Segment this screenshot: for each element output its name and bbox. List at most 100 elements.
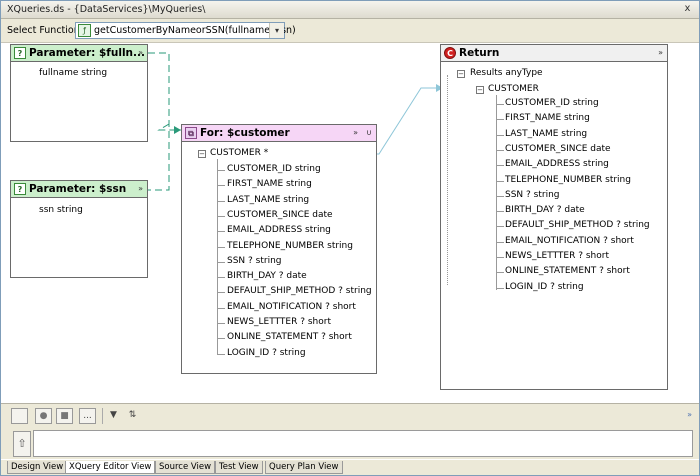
field-node[interactable]: CUSTOMER_SINCE date <box>505 144 611 154</box>
tab-xquery-editor-view[interactable]: XQuery Editor View <box>65 461 156 474</box>
xquery-function-icon: ƒ <box>78 24 91 37</box>
tree-line <box>217 307 225 309</box>
field-node[interactable]: LOGIN_ID ? string <box>227 348 306 358</box>
tree-toggle-icon[interactable]: − <box>476 86 484 94</box>
field-node[interactable]: FIRST_NAME string <box>505 113 590 123</box>
parameter-ssn-header[interactable]: ? Parameter: $ssn » <box>11 181 147 198</box>
tree-line <box>496 149 504 151</box>
parameter-ssn-item[interactable]: ssn string <box>39 205 83 215</box>
field-node[interactable]: BIRTH_DAY ? date <box>505 205 585 215</box>
wire-fullname-to-ssn <box>148 52 170 191</box>
tree-line <box>217 215 225 217</box>
return-icon: C <box>444 47 456 59</box>
tree-line <box>217 170 225 171</box>
tree-line <box>217 200 225 202</box>
tree-line <box>217 159 218 355</box>
chevron-down-icon[interactable]: ▾ <box>269 23 284 38</box>
parameter-icon: ? <box>14 183 26 195</box>
field-node[interactable]: TELEPHONE_NUMBER string <box>227 241 353 251</box>
sort-icon[interactable]: ⇅ <box>124 408 141 424</box>
select-function-label: Select Function: <box>7 25 83 36</box>
field-node[interactable]: LAST_NAME string <box>505 129 587 139</box>
parameter-fullname-item[interactable]: fullname string <box>39 68 107 78</box>
tree-line <box>217 185 225 187</box>
for-clause-icon: ⧉ <box>185 127 197 139</box>
tree-line <box>496 195 504 197</box>
field-node[interactable]: ONLINE_STATEMENT ? short <box>227 332 352 342</box>
for-customer-box[interactable]: ⧉ For: $customer » ∪ − CUSTOMER * CUSTOM… <box>181 124 377 374</box>
apply-icon[interactable]: ■ <box>56 408 73 424</box>
tree-toggle-icon[interactable]: − <box>457 70 465 78</box>
field-node[interactable]: ONLINE_STATEMENT ? short <box>505 266 630 276</box>
wire-arrow-customer <box>174 126 181 134</box>
parameter-ssn-box[interactable]: ? Parameter: $ssn » ssn string <box>10 180 148 278</box>
title-bar: XQueries.ds - {DataServices}\MyQueries\ … <box>1 1 699 19</box>
design-canvas[interactable]: ? Parameter: $fulln... » fullname string… <box>1 44 699 402</box>
view-tabs: Design View XQuery Editor View Source View… <box>1 460 699 475</box>
field-node[interactable]: LAST_NAME string <box>227 195 309 205</box>
tree-line <box>217 261 225 263</box>
tree-line <box>496 165 504 167</box>
tree-line <box>496 119 504 121</box>
parameter-fullname-title: Parameter: $fulln... <box>29 47 145 59</box>
function-select[interactable]: ƒ getCustomerByNameorSSN(fullname, ssn) … <box>75 22 296 39</box>
filter-icon[interactable]: ▼ <box>105 408 122 424</box>
function-select-value: getCustomerByNameorSSN(fullname, ssn) <box>94 25 296 36</box>
collapse-panel-icon[interactable]: » <box>687 410 692 419</box>
field-node[interactable]: EMAIL_NOTIFICATION ? short <box>505 236 634 246</box>
tree-line <box>496 104 504 105</box>
tab-query-plan-view[interactable]: Query Plan View <box>265 461 343 474</box>
for-customer-header[interactable]: ⧉ For: $customer » ∪ <box>182 125 376 142</box>
return-box[interactable]: C Return » − Results anyType − CUSTOMER … <box>440 44 668 390</box>
move-up-icon[interactable]: ⇧ <box>13 431 31 457</box>
field-node[interactable]: LOGIN_ID ? string <box>505 282 584 292</box>
close-icon[interactable]: x <box>681 3 694 16</box>
tree-line <box>217 277 225 279</box>
tab-test-view[interactable]: Test View <box>215 461 263 474</box>
tree-line <box>496 241 504 243</box>
tree-line <box>217 246 225 248</box>
field-node[interactable]: EMAIL_ADDRESS string <box>505 159 609 169</box>
xquery-editor-window: XQueries.ds - {DataServices}\MyQueries\ … <box>0 0 700 476</box>
tree-line <box>496 272 504 274</box>
tree-toggle-icon[interactable]: − <box>198 150 206 158</box>
expression-panel: ● ■ ... ▼ ⇅ » ⇧ <box>1 403 699 459</box>
field-node[interactable]: NEWS_LETTTER ? short <box>227 317 331 327</box>
tree-line <box>217 338 225 340</box>
field-node[interactable]: CUSTOMER_ID string <box>227 164 321 174</box>
tree-line <box>447 75 448 285</box>
field-node[interactable]: CUSTOMER_ID string <box>505 98 599 108</box>
field-node[interactable]: NEWS_LETTTER ? short <box>505 251 609 261</box>
collapse-icon[interactable]: » <box>138 184 143 193</box>
field-node[interactable]: BIRTH_DAY ? date <box>227 271 307 281</box>
collapse-icon[interactable]: » <box>138 48 143 57</box>
tree-line <box>217 231 225 233</box>
field-node[interactable]: DEFAULT_SHIP_METHOD ? string <box>227 286 372 296</box>
field-node[interactable]: DEFAULT_SHIP_METHOD ? string <box>505 220 650 230</box>
field-node[interactable]: FIRST_NAME string <box>227 179 312 189</box>
return-root-node[interactable]: CUSTOMER <box>488 84 539 94</box>
tree-line <box>496 287 504 289</box>
for-root-node[interactable]: CUSTOMER * <box>210 148 268 158</box>
parameter-fullname-header[interactable]: ? Parameter: $fulln... » <box>11 45 147 62</box>
blank-button[interactable] <box>11 408 28 424</box>
more-button[interactable]: ... <box>79 408 96 424</box>
field-node[interactable]: EMAIL_NOTIFICATION ? short <box>227 302 356 312</box>
parameter-fullname-box[interactable]: ? Parameter: $fulln... » fullname string <box>10 44 148 142</box>
return-header[interactable]: C Return » <box>441 45 667 62</box>
collapse-icon[interactable]: » <box>658 48 663 57</box>
collapse-icon[interactable]: » <box>353 128 358 137</box>
function-toolbar: Select Function: ƒ getCustomerByNameorSS… <box>1 19 699 43</box>
return-results-node[interactable]: Results anyType <box>470 68 543 78</box>
field-node[interactable]: TELEPHONE_NUMBER string <box>505 175 631 185</box>
tab-source-view[interactable]: Source View <box>155 461 216 474</box>
field-node[interactable]: SSN ? string <box>505 190 560 200</box>
tree-line <box>217 292 225 294</box>
expression-field[interactable] <box>33 430 693 457</box>
pin-icon[interactable]: ∪ <box>366 128 372 137</box>
tab-design-view[interactable]: Design View <box>7 461 68 474</box>
database-icon[interactable]: ● <box>35 408 52 424</box>
field-node[interactable]: SSN ? string <box>227 256 282 266</box>
field-node[interactable]: EMAIL_ADDRESS string <box>227 225 331 235</box>
field-node[interactable]: CUSTOMER_SINCE date <box>227 210 333 220</box>
